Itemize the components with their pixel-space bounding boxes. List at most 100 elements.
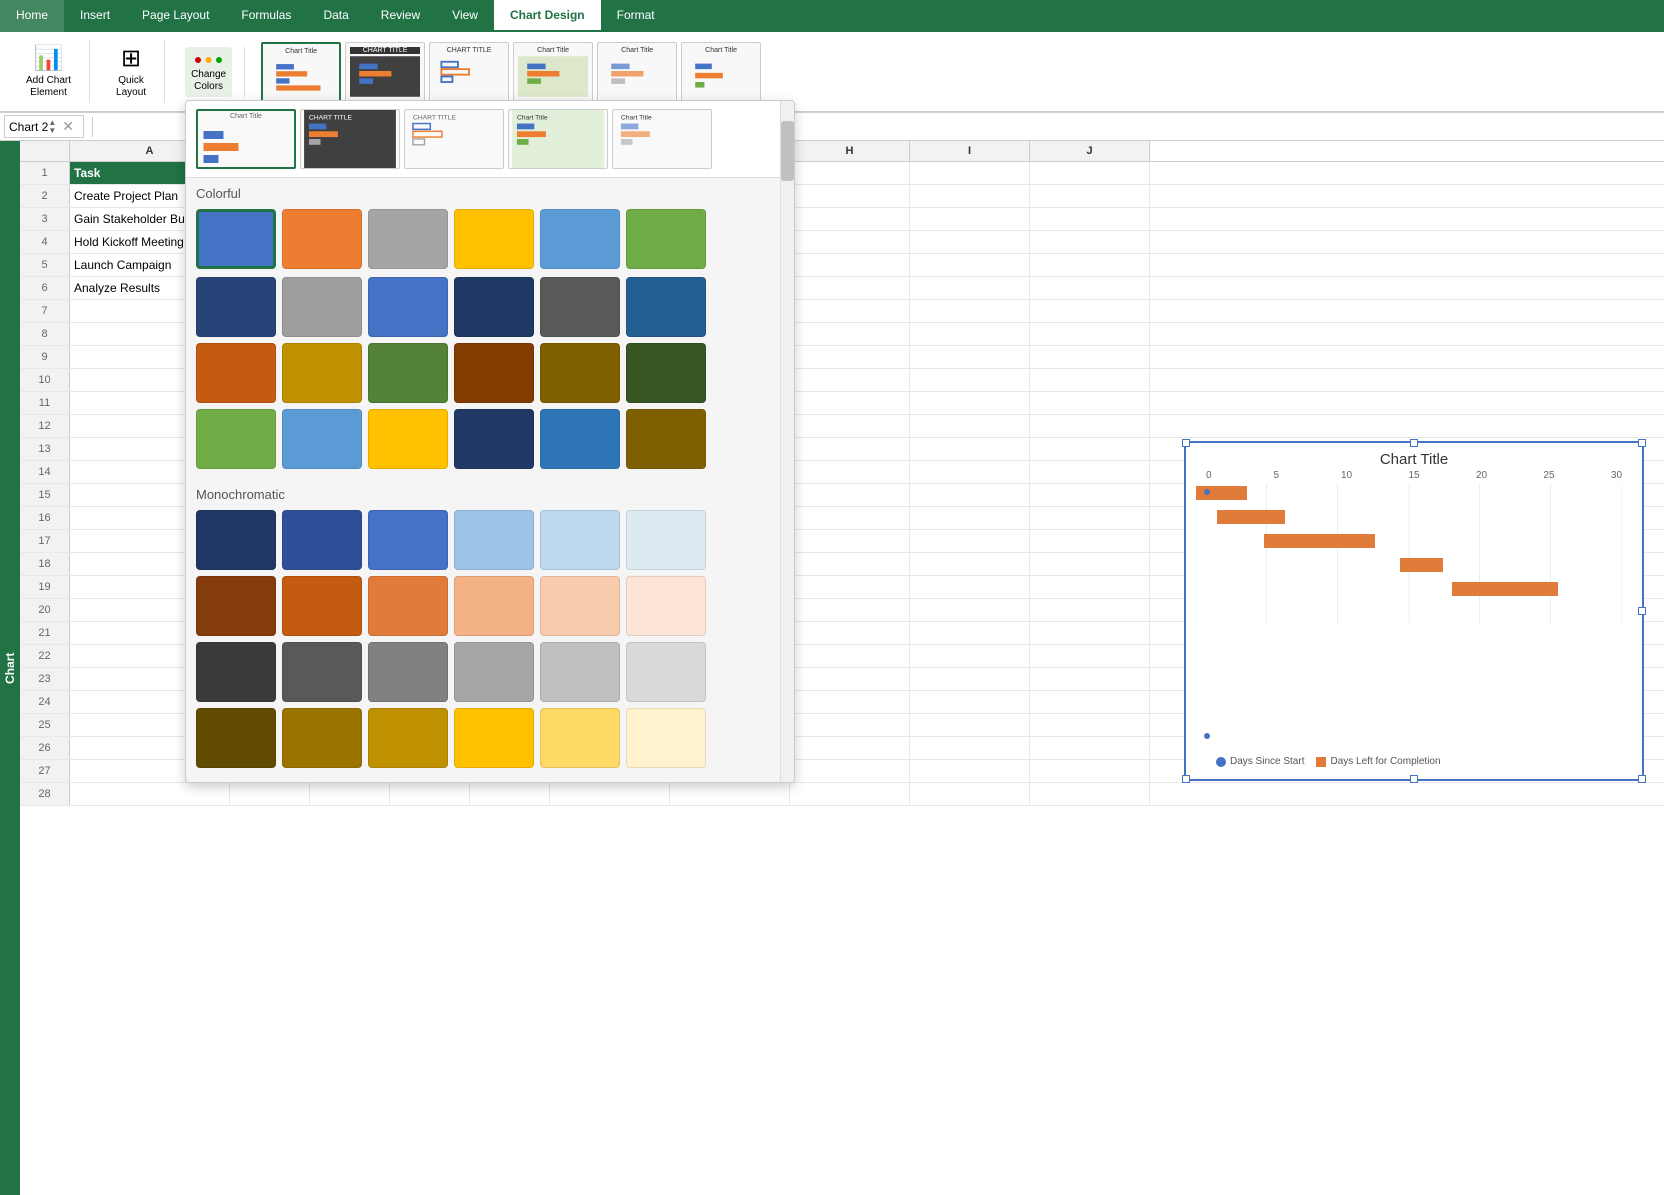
color-swatch-mono-4-2[interactable] (282, 708, 362, 768)
cell-8-J[interactable] (1030, 323, 1150, 345)
cell-14-I[interactable] (910, 461, 1030, 483)
color-swatch-colorful-1-3[interactable] (368, 209, 448, 269)
color-swatch-mono-4-4[interactable] (454, 708, 534, 768)
cell-12-J[interactable] (1030, 415, 1150, 437)
color-picker-scrollbar[interactable] (780, 101, 794, 782)
color-swatch-mono-1-2[interactable] (282, 510, 362, 570)
cell-27-I[interactable] (910, 760, 1030, 782)
cell-28-G[interactable] (670, 783, 790, 805)
cell-1-J[interactable] (1030, 162, 1150, 184)
color-swatch-colorful-2-3[interactable] (368, 277, 448, 337)
tab-insert[interactable]: Insert (64, 0, 126, 32)
cell-3-I[interactable] (910, 208, 1030, 230)
cell-20-J[interactable] (1030, 599, 1150, 621)
cell-27-H[interactable] (790, 760, 910, 782)
color-swatch-colorful-3-4[interactable] (454, 343, 534, 403)
cell-11-J[interactable] (1030, 392, 1150, 414)
color-swatch-mono-4-5[interactable] (540, 708, 620, 768)
color-swatch-colorful-3-3[interactable] (368, 343, 448, 403)
chart-handle-bottom-right[interactable] (1638, 775, 1646, 783)
cell-11-H[interactable] (790, 392, 910, 414)
cell-23-J[interactable] (1030, 668, 1150, 690)
color-swatch-colorful-2-2[interactable] (282, 277, 362, 337)
color-swatch-mono-3-3[interactable] (368, 642, 448, 702)
cell-18-H[interactable] (790, 553, 910, 575)
color-swatch-colorful-1-5[interactable] (540, 209, 620, 269)
cell-27-J[interactable] (1030, 760, 1150, 782)
tab-data[interactable]: Data (307, 0, 364, 32)
cell-20-H[interactable] (790, 599, 910, 621)
cell-16-I[interactable] (910, 507, 1030, 529)
cell-5-J[interactable] (1030, 254, 1150, 276)
cell-11-I[interactable] (910, 392, 1030, 414)
color-swatch-mono-1-1[interactable] (196, 510, 276, 570)
cell-6-H[interactable] (790, 277, 910, 299)
color-swatch-mono-4-6[interactable] (626, 708, 706, 768)
cell-28-F[interactable] (550, 783, 670, 805)
cell-2-H[interactable] (790, 185, 910, 207)
cell-20-I[interactable] (910, 599, 1030, 621)
cell-4-J[interactable] (1030, 231, 1150, 253)
cell-15-J[interactable] (1030, 484, 1150, 506)
cell-28-A[interactable] (70, 783, 230, 805)
chart-style-1[interactable]: Chart Title (261, 42, 341, 102)
color-swatch-mono-3-6[interactable] (626, 642, 706, 702)
cell-14-J[interactable] (1030, 461, 1150, 483)
cell-5-H[interactable] (790, 254, 910, 276)
style-preview-3[interactable]: CHART TITLE (404, 109, 504, 169)
chart-style-4[interactable]: Chart Title (513, 42, 593, 102)
cell-22-J[interactable] (1030, 645, 1150, 667)
color-swatch-colorful-4-6[interactable] (626, 409, 706, 469)
cell-4-I[interactable] (910, 231, 1030, 253)
cell-15-H[interactable] (790, 484, 910, 506)
chart-style-3[interactable]: CHART TITLE (429, 42, 509, 102)
color-swatch-colorful-3-2[interactable] (282, 343, 362, 403)
tab-page-layout[interactable]: Page Layout (126, 0, 225, 32)
cell-28-E[interactable] (470, 783, 550, 805)
cell-19-J[interactable] (1030, 576, 1150, 598)
style-preview-2[interactable]: CHART TITLE (300, 109, 400, 169)
color-swatch-mono-2-2[interactable] (282, 576, 362, 636)
color-swatch-mono-4-1[interactable] (196, 708, 276, 768)
cell-21-J[interactable] (1030, 622, 1150, 644)
cell-9-J[interactable] (1030, 346, 1150, 368)
cell-21-H[interactable] (790, 622, 910, 644)
cell-25-J[interactable] (1030, 714, 1150, 736)
color-swatch-colorful-2-1[interactable] (196, 277, 276, 337)
cell-17-I[interactable] (910, 530, 1030, 552)
cell-19-I[interactable] (910, 576, 1030, 598)
style-preview-1[interactable]: Chart Title (196, 109, 296, 169)
color-swatch-mono-4-3[interactable] (368, 708, 448, 768)
cell-18-I[interactable] (910, 553, 1030, 575)
color-swatch-colorful-3-6[interactable] (626, 343, 706, 403)
color-swatch-mono-3-2[interactable] (282, 642, 362, 702)
col-header-j[interactable]: J (1030, 141, 1150, 161)
cell-7-H[interactable] (790, 300, 910, 322)
color-swatch-mono-2-6[interactable] (626, 576, 706, 636)
color-swatch-mono-3-1[interactable] (196, 642, 276, 702)
cell-22-H[interactable] (790, 645, 910, 667)
cell-16-H[interactable] (790, 507, 910, 529)
color-swatch-colorful-4-5[interactable] (540, 409, 620, 469)
color-swatch-colorful-1-1[interactable] (196, 209, 276, 269)
color-swatch-colorful-1-2[interactable] (282, 209, 362, 269)
color-swatch-mono-2-5[interactable] (540, 576, 620, 636)
cell-7-J[interactable] (1030, 300, 1150, 322)
chart-style-5[interactable]: Chart Title (597, 42, 677, 102)
chart-handle-top-left[interactable] (1182, 439, 1190, 447)
cell-25-H[interactable] (790, 714, 910, 736)
tab-review[interactable]: Review (365, 0, 436, 32)
cell-13-J[interactable] (1030, 438, 1150, 460)
style-preview-4[interactable]: Chart Title (508, 109, 608, 169)
cell-21-I[interactable] (910, 622, 1030, 644)
cell-2-I[interactable] (910, 185, 1030, 207)
tab-view[interactable]: View (436, 0, 494, 32)
color-swatch-mono-2-3[interactable] (368, 576, 448, 636)
color-swatch-colorful-4-1[interactable] (196, 409, 276, 469)
cell-23-I[interactable] (910, 668, 1030, 690)
cell-28-C[interactable] (310, 783, 390, 805)
cell-3-H[interactable] (790, 208, 910, 230)
cell-10-I[interactable] (910, 369, 1030, 391)
cell-1-H[interactable] (790, 162, 910, 184)
chart-style-6[interactable]: Chart Title (681, 42, 761, 102)
